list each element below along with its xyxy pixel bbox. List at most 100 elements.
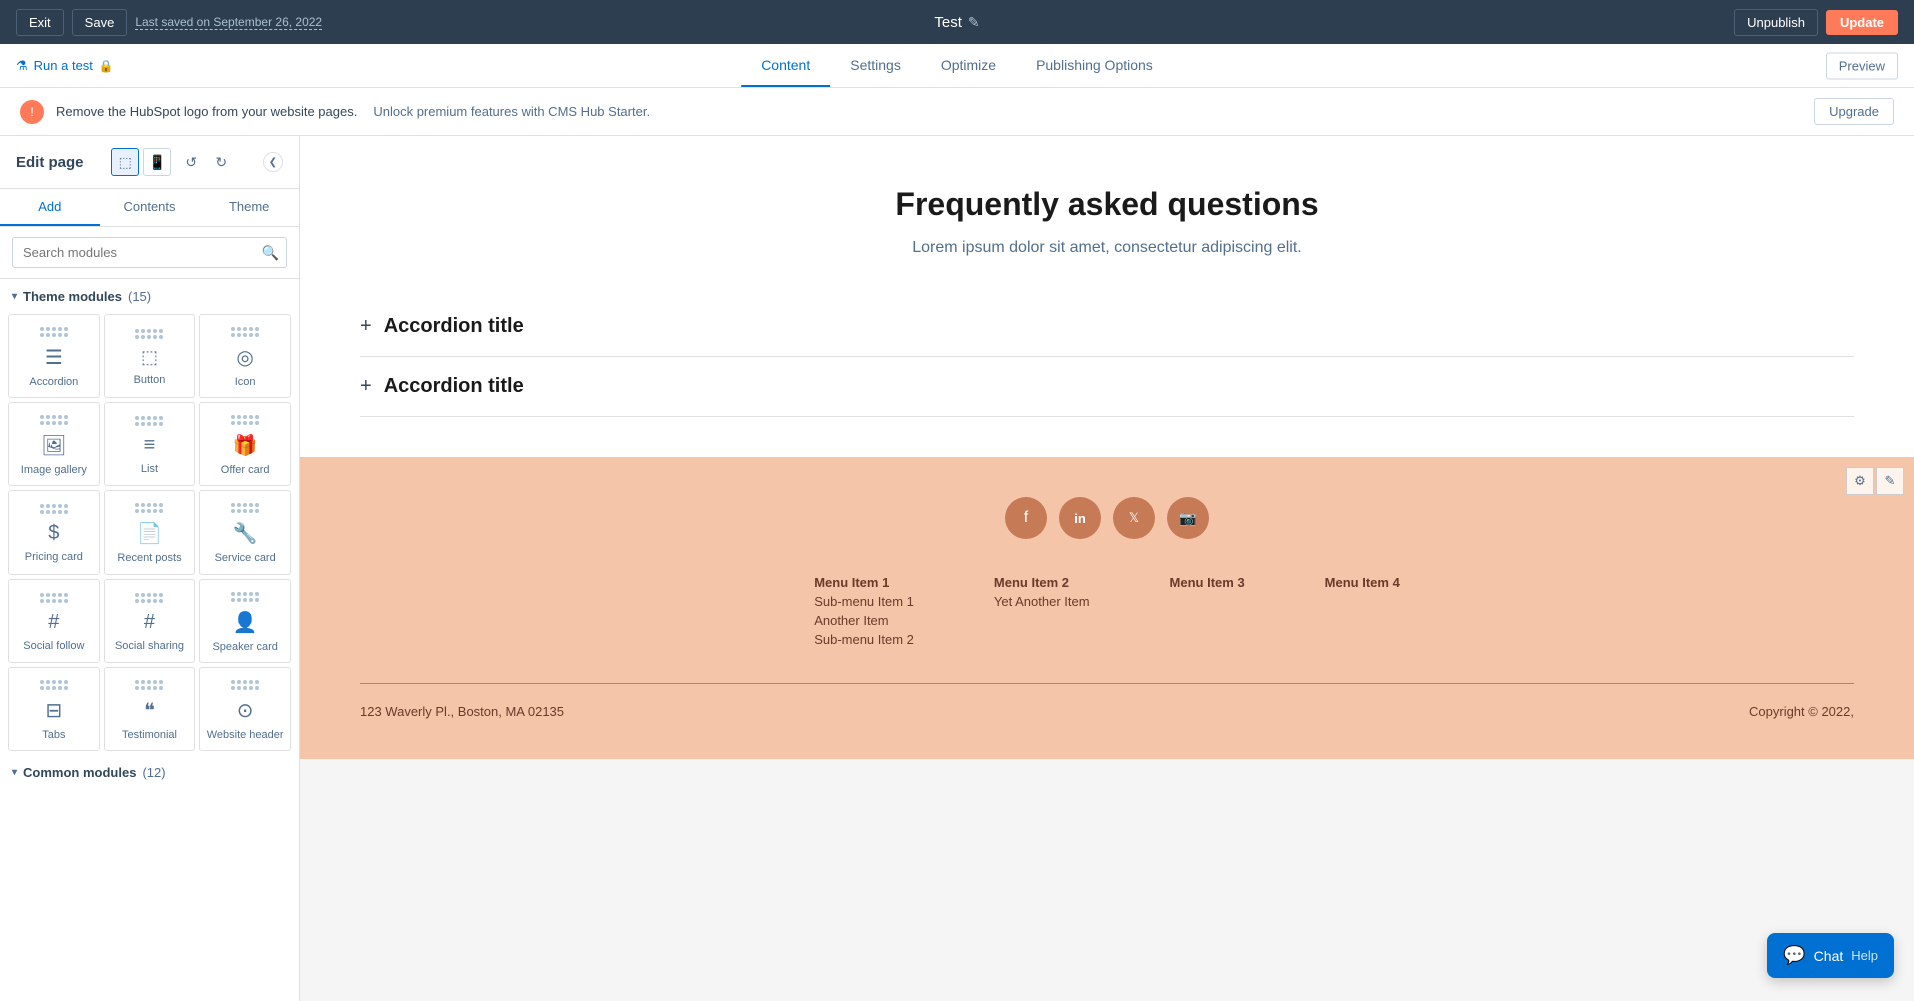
notification-icon: ! [20,100,44,124]
help-label: Help [1851,948,1878,963]
edit-page-icon[interactable]: ✎ [968,14,980,31]
module-social-follow-dots [40,593,68,603]
faq-section: Frequently asked questions Lorem ipsum d… [300,136,1914,457]
module-website-header[interactable]: ⊙ Website header [199,667,291,751]
footer-nav-item[interactable]: Sub-menu Item 2 [814,632,914,647]
undo-button[interactable]: ↺ [177,148,205,176]
footer-edit-icon[interactable]: ✎ [1876,467,1904,495]
run-test-button[interactable]: ⚗ Run a test 🔒 [16,58,114,74]
module-offer-card[interactable]: 🎁 Offer card [199,402,291,486]
footer-nav-item[interactable]: Yet Another Item [994,594,1090,609]
faq-subtitle: Lorem ipsum dolor sit amet, consectetur … [360,239,1854,257]
theme-modules-grid: ☰ Accordion ⬚ Button [0,310,299,755]
accordion-item-1[interactable]: + Accordion title [360,297,1854,357]
theme-modules-chevron: ▾ [12,291,17,302]
main-layout: Edit page ⬚ 📱 ↺ ↻ ❮ Add Contents Theme [0,136,1914,1001]
common-modules-header[interactable]: ▾ Common modules (12) [0,755,299,786]
list-icon: ≡ [144,434,156,457]
top-bar-center: Test ✎ [934,14,979,31]
footer-nav-item[interactable]: Another Item [814,613,914,628]
run-test-label: Run a test [34,58,93,73]
module-tabs-dots [40,680,68,690]
common-modules-count: (12) [142,765,165,780]
module-image-gallery[interactable]: 🖼 Image gallery [8,402,100,486]
module-social-sharing[interactable]: # Social sharing [104,579,196,663]
save-button[interactable]: Save [72,9,128,36]
module-button[interactable]: ⬚ Button [104,314,196,398]
redo-button[interactable]: ↻ [207,148,235,176]
footer-nav-item[interactable]: Menu Item 3 [1170,575,1245,590]
tab-optimize[interactable]: Optimize [921,45,1016,87]
footer-copyright: Copyright © 2022, [1749,704,1854,719]
theme-modules-header[interactable]: ▾ Theme modules (15) [0,279,299,310]
save-status: Last saved on September 26, 2022 [135,15,322,30]
accordion-plus-icon-1: + [360,315,372,338]
notification-text: Remove the HubSpot logo from your websit… [56,104,357,119]
nav-bar: ⚗ Run a test 🔒 Content Settings Optimize… [0,44,1914,88]
module-social-sharing-dots [135,593,163,603]
module-service-card-dots [231,503,259,513]
social-twitter[interactable]: 𝕏 [1113,497,1155,539]
panel-tab-add[interactable]: Add [0,189,100,226]
update-button[interactable]: Update [1826,10,1898,35]
lock-icon: 🔒 [99,59,114,73]
module-offer-card-dots [231,415,259,425]
list-label: List [141,463,158,476]
module-list[interactable]: ≡ List [104,402,196,486]
tab-settings[interactable]: Settings [830,45,921,87]
footer-settings-icon[interactable]: ⚙ [1846,467,1874,495]
offer-card-label: Offer card [221,464,270,477]
module-recent-posts[interactable]: 📄 Recent posts [104,490,196,574]
undo-redo: ↺ ↻ [177,148,235,176]
tab-publishing-options[interactable]: Publishing Options [1016,45,1173,87]
module-accordion[interactable]: ☰ Accordion [8,314,100,398]
social-linkedin[interactable]: in [1059,497,1101,539]
module-testimonial[interactable]: ❝ Testimonial [104,667,196,751]
module-icon[interactable]: ◎ Icon [199,314,291,398]
upgrade-button[interactable]: Upgrade [1814,98,1894,125]
accordion-item-2[interactable]: + Accordion title [360,357,1854,417]
footer-nav-item[interactable]: Menu Item 2 [994,575,1090,590]
social-facebook[interactable]: f [1005,497,1047,539]
footer-nav: Menu Item 1 Sub-menu Item 1 Another Item… [360,575,1854,647]
panel-collapse-button[interactable]: ❮ [263,152,283,172]
panel-tab-theme[interactable]: Theme [199,189,299,226]
speaker-card-icon: 👤 [233,610,258,635]
page-title-text: Test [934,14,962,31]
edit-page-title: Edit page [16,154,84,171]
icon-module-icon: ◎ [236,345,253,370]
footer-nav-item[interactable]: Sub-menu Item 1 [814,594,914,609]
module-recent-posts-dots [135,503,163,513]
module-service-card[interactable]: 🔧 Service card [199,490,291,574]
social-follow-label: Social follow [23,640,84,653]
footer-social: f in 𝕏 📷 [360,497,1854,539]
footer-nav-item[interactable]: Menu Item 1 [814,575,914,590]
social-instagram[interactable]: 📷 [1167,497,1209,539]
module-tabs[interactable]: ⊟ Tabs [8,667,100,751]
footer-nav-col-3: Menu Item 3 [1170,575,1245,647]
top-bar-left: Exit Save Last saved on September 26, 20… [16,9,322,36]
desktop-view-button[interactable]: ⬚ [111,148,139,176]
panel-tabs: Add Contents Theme [0,189,299,227]
footer-nav-item[interactable]: Menu Item 4 [1325,575,1400,590]
recent-posts-icon: 📄 [137,521,162,546]
chat-widget[interactable]: 💬 Chat Help [1767,933,1894,978]
module-list-dots [135,416,163,426]
search-input[interactable] [12,237,287,268]
panel-tab-contents[interactable]: Contents [100,189,200,226]
unpublish-button[interactable]: Unpublish [1734,9,1818,36]
mobile-view-button[interactable]: 📱 [143,148,171,176]
button-icon: ⬚ [141,347,158,368]
tab-content[interactable]: Content [741,45,830,87]
tabs-icon: ⊟ [45,698,62,723]
module-pricing-card[interactable]: $ Pricing card [8,490,100,574]
module-social-follow[interactable]: # Social follow [8,579,100,663]
preview-button[interactable]: Preview [1826,52,1898,79]
exit-button[interactable]: Exit [16,9,64,36]
module-speaker-card[interactable]: 👤 Speaker card [199,579,291,663]
view-toggle: ⬚ 📱 [111,148,171,176]
image-gallery-icon: 🖼 [41,433,66,458]
faq-title: Frequently asked questions [360,186,1854,223]
speaker-card-label: Speaker card [212,641,277,654]
module-accordion-dots [40,327,68,337]
